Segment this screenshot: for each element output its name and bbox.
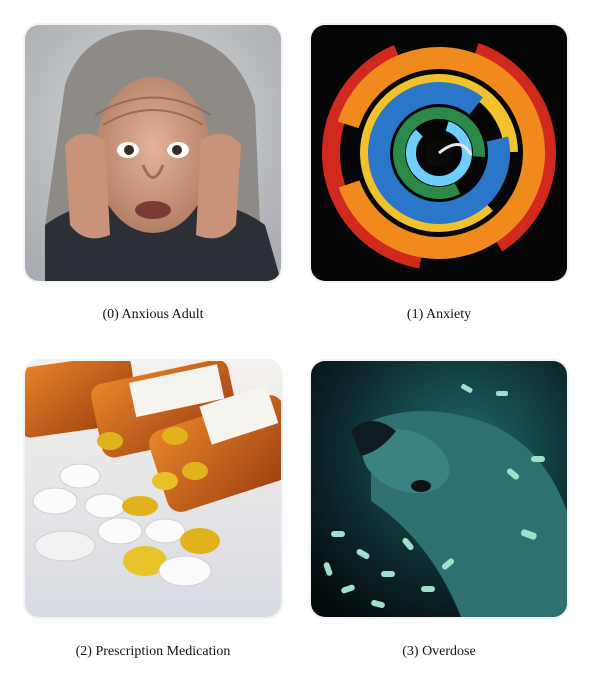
panel-anxiety: (1) Anxiety <box>311 25 571 322</box>
panel-prescription-medication: (2) Prescription Medication <box>25 361 285 659</box>
panel-anxious-adult: (0) Anxious Adult <box>25 25 285 322</box>
panel-caption: (0) Anxious Adult <box>102 307 204 322</box>
anxiety-swirl-image <box>311 25 567 281</box>
overdose-image <box>311 361 567 617</box>
panel-caption: (3) Overdose <box>402 644 476 659</box>
panel-overdose: (3) Overdose <box>311 361 571 659</box>
prescription-medication-image <box>25 361 281 617</box>
anxious-adult-image <box>25 25 281 281</box>
panel-caption: (1) Anxiety <box>406 307 472 322</box>
panel-caption: (2) Prescription Medication <box>75 644 231 659</box>
image-grid: (0) Anxious Adult (1) Anxiety (2) Prescr… <box>0 0 592 692</box>
